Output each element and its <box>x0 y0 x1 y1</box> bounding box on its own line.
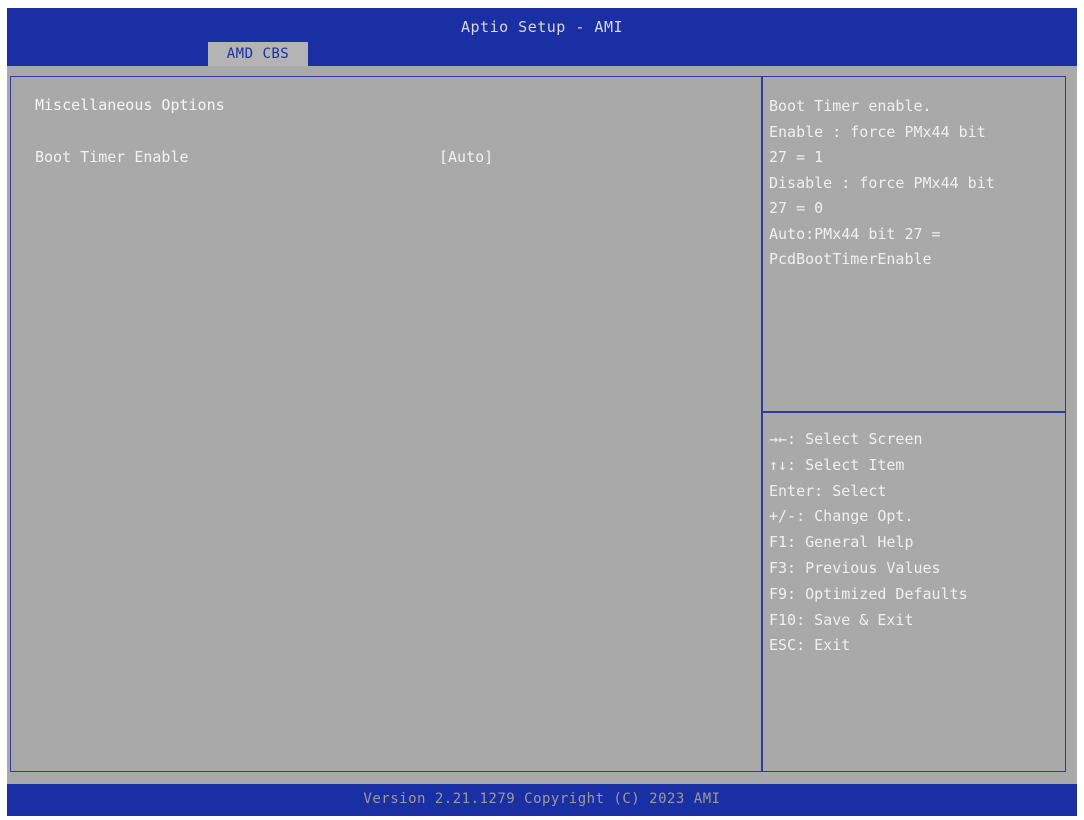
key-hint-change-opt: +/-: Change Opt. <box>769 507 914 526</box>
key-hint-save-exit: F10: Save & Exit <box>769 610 914 629</box>
section-title: Miscellaneous Options <box>35 96 225 114</box>
app-title: Aptio Setup - AMI <box>460 18 624 36</box>
key-hint-select-item: ↑↓: Select Item <box>769 455 905 474</box>
key-hint-select-screen: →←: Select Screen <box>769 430 923 448</box>
key-hint-exit: ESC: Exit <box>769 636 851 655</box>
help-line: Auto:PMx44 bit 27 = <box>769 224 941 243</box>
version-copyright: Version 2.21.1279 Copyright (C) 2023 AMI <box>363 791 721 807</box>
help-divider <box>763 411 1066 413</box>
key-hint-previous-values: F3: Previous Values <box>769 558 941 577</box>
help-line: 27 = 0 <box>769 199 824 217</box>
key-hint-general-help: F1: General Help <box>769 533 914 552</box>
option-value-boot-timer-enable[interactable]: [Auto] <box>439 148 493 166</box>
help-line: Enable : force PMx44 bit <box>769 122 986 141</box>
help-line: 27 = 1 <box>769 148 824 166</box>
option-label-boot-timer-enable[interactable]: Boot Timer Enable <box>35 148 189 166</box>
help-line: Boot Timer enable. <box>769 97 932 115</box>
footer-bar: Version 2.21.1279 Copyright (C) 2023 AMI <box>7 784 1077 816</box>
title-bar: Aptio Setup - AMI AMD CBS <box>7 8 1077 66</box>
panel-divider <box>761 76 763 772</box>
help-line: PcdBootTimerEnable <box>769 250 932 268</box>
bios-setup-screen: Aptio Setup - AMI AMD CBS Miscellaneous … <box>7 8 1077 816</box>
key-hint-enter: Enter: Select <box>769 481 887 500</box>
tab-amd-cbs[interactable]: AMD CBS <box>208 42 308 66</box>
help-line: Disable : force PMx44 bit <box>769 173 995 192</box>
help-text-panel: Boot Timer enable. Enable : force PMx44 … <box>769 94 1061 273</box>
key-legend: →←: Select Screen ↑↓: Select Item Enter:… <box>769 427 1061 659</box>
key-hint-optimized-defaults: F9: Optimized Defaults <box>769 584 968 603</box>
